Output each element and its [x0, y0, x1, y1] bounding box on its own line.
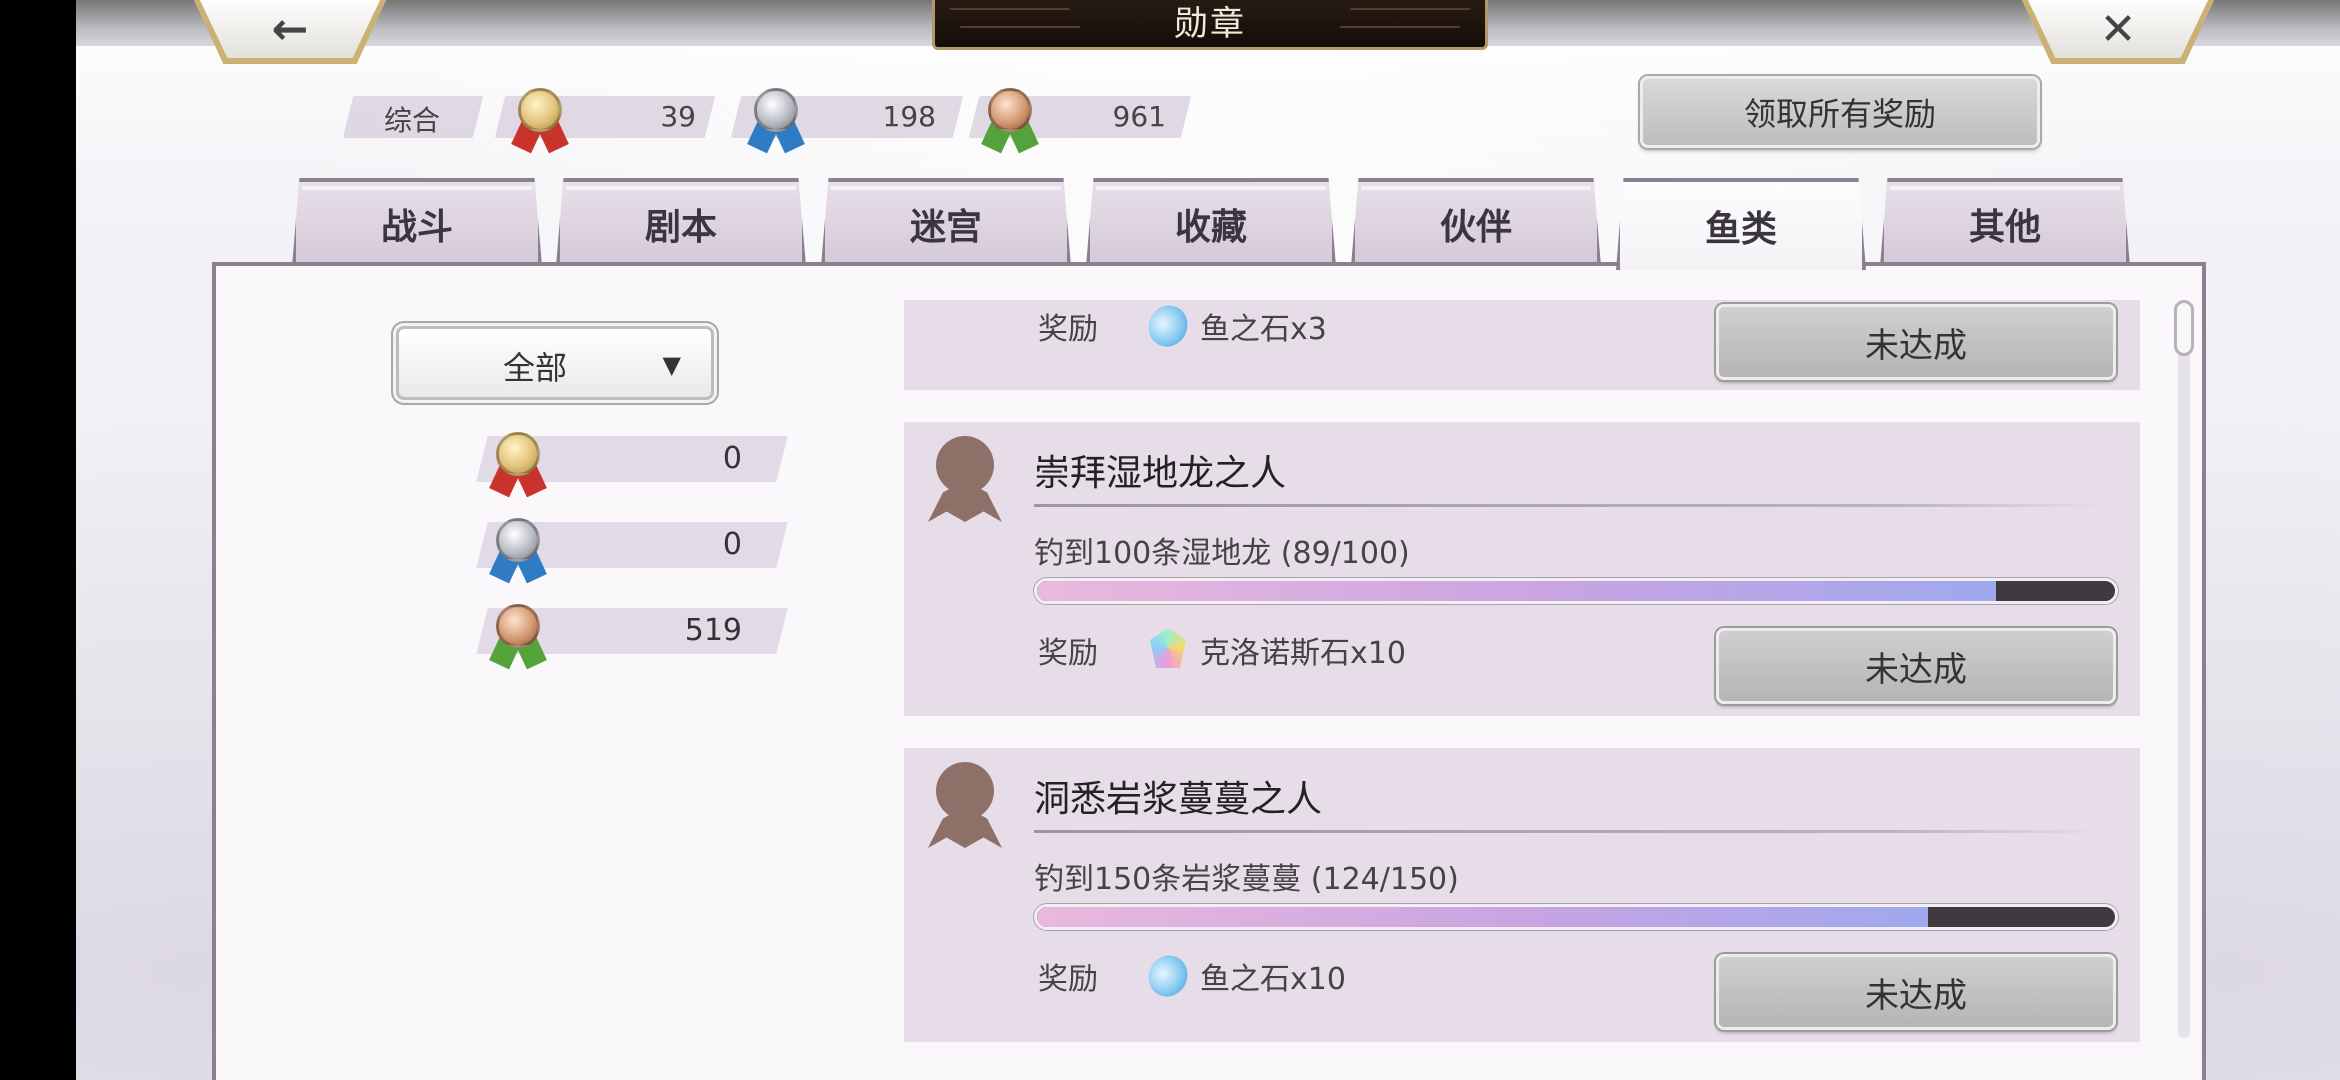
claim-all-rewards-button[interactable]: 领取所有奖励 — [1640, 76, 2040, 148]
achievement-card: 崇拜湿地龙之人 钓到100条湿地龙 (89/100) 奖励 克洛诺斯石x10 未… — [904, 422, 2140, 716]
back-button[interactable]: ← — [192, 0, 388, 64]
gold-medal-icon — [511, 88, 569, 154]
reward-text: 鱼之石x3 — [1200, 312, 1327, 347]
fish-stone-icon — [1142, 300, 1194, 352]
divider — [1034, 830, 2104, 833]
chevron-down-icon: ▼ — [662, 351, 681, 379]
fish-stone-icon — [1142, 950, 1194, 1002]
filter-dropdown[interactable]: 全部 ▼ — [396, 326, 714, 400]
tab-collection[interactable]: 收藏 — [1086, 178, 1336, 266]
tab-labyrinth[interactable]: 迷宫 — [821, 178, 1071, 266]
reward-text: 克洛诺斯石x10 — [1200, 636, 1406, 671]
summary-label: 综合 — [384, 104, 441, 137]
gold-count: 0 — [722, 441, 742, 476]
tab-other[interactable]: 其他 — [1880, 178, 2130, 266]
status-button[interactable]: 未达成 — [1716, 628, 2116, 704]
bronze-count: 519 — [684, 613, 742, 648]
medal-screen: ← 勋章 ✕ 综合 39 198 961 领取所有奖励 战斗 剧本 迷宫 收藏 … — [76, 0, 2340, 1080]
chronos-stone-icon — [1150, 628, 1186, 668]
scrollbar[interactable] — [2174, 300, 2194, 1038]
progress-fill — [1037, 907, 1929, 927]
tab-battle[interactable]: 战斗 — [292, 178, 542, 266]
filter-selected: 全部 — [502, 349, 567, 387]
gold-medal-icon — [489, 432, 547, 498]
scrollbar-thumb[interactable] — [2174, 300, 2194, 356]
reward-label: 奖励 — [1038, 962, 1098, 997]
summary-bronze-count: 961 — [1112, 100, 1166, 133]
silver-medal-icon — [489, 518, 547, 584]
silver-medal-icon — [747, 88, 805, 154]
reward-text: 鱼之石x10 — [1200, 962, 1346, 997]
divider — [1034, 504, 2104, 507]
close-button[interactable]: ✕ — [2020, 0, 2216, 64]
reward-label: 奖励 — [1038, 312, 1098, 347]
tab-scenario[interactable]: 剧本 — [556, 178, 806, 266]
tab-fish[interactable]: 鱼类 — [1616, 178, 1866, 270]
achievement-card: 洞悉岩浆蔓蔓之人 钓到150条岩浆蔓蔓 (124/150) 奖励 鱼之石x10 … — [904, 748, 2140, 1042]
title-plate: 勋章 — [932, 0, 1488, 50]
achievement-description: 钓到100条湿地龙 (89/100) — [1034, 536, 1410, 571]
locked-medal-icon — [928, 762, 1002, 848]
status-button[interactable]: 未达成 — [1716, 954, 2116, 1030]
close-icon: ✕ — [2099, 4, 2137, 55]
bronze-medal-icon — [981, 88, 1039, 154]
back-arrow-icon: ← — [271, 4, 309, 55]
status-button[interactable]: 未达成 — [1716, 304, 2116, 380]
silver-count: 0 — [722, 527, 742, 562]
progress-bar — [1034, 578, 2118, 604]
progress-bar — [1034, 904, 2118, 930]
summary-silver-count: 198 — [882, 100, 936, 133]
achievement-title: 洞悉岩浆蔓蔓之人 — [1034, 779, 1323, 820]
achievement-description: 钓到150条岩浆蔓蔓 (124/150) — [1034, 862, 1459, 897]
tab-companion[interactable]: 伙伴 — [1351, 178, 1601, 266]
progress-fill — [1037, 581, 1997, 601]
locked-medal-icon — [928, 436, 1002, 522]
achievement-card: 奖励 鱼之石x3 未达成 — [904, 300, 2140, 390]
summary-gold-count: 39 — [660, 100, 696, 133]
reward-label: 奖励 — [1038, 636, 1098, 671]
page-title: 勋章 — [1174, 4, 1246, 44]
achievement-title: 崇拜湿地龙之人 — [1034, 453, 1287, 494]
bronze-medal-icon — [489, 604, 547, 670]
